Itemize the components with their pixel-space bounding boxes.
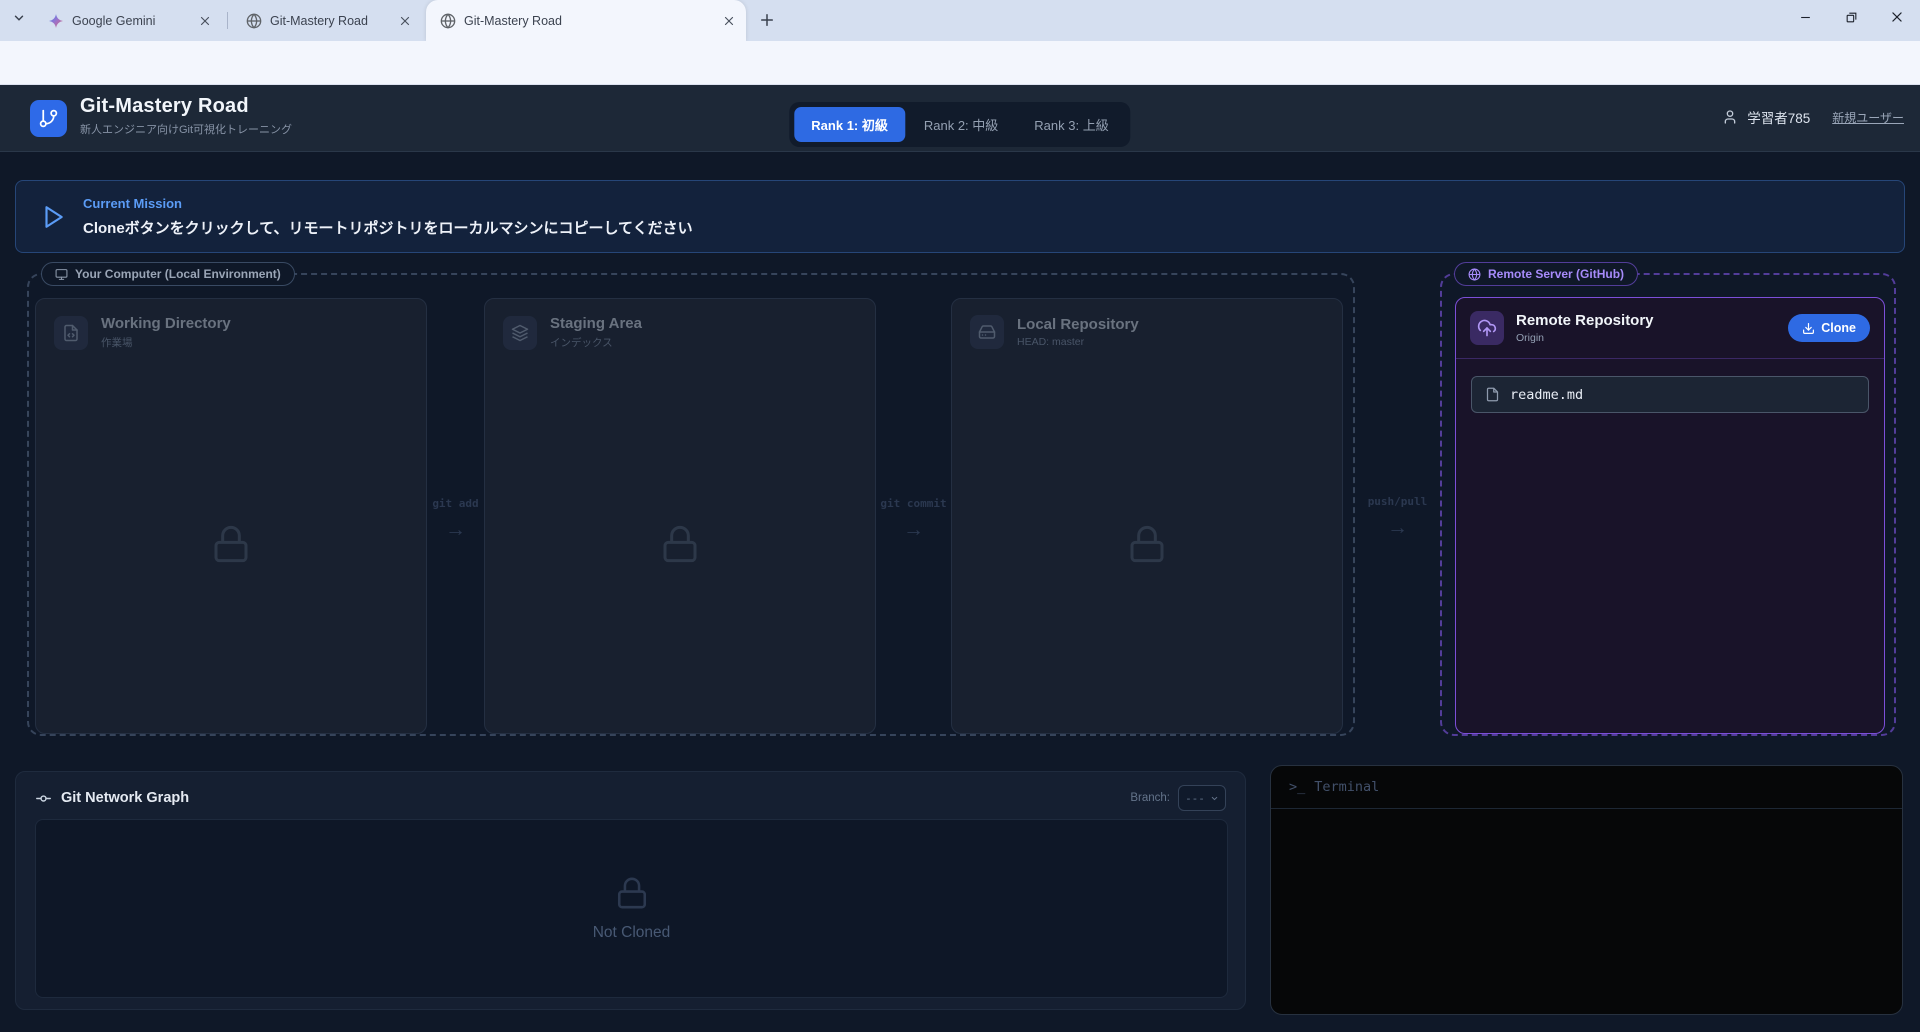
git-network-graph-panel: Git Network Graph Branch: --- Not Cloned [15,771,1246,1010]
right-arrow-icon: → [903,519,924,540]
current-mission-banner: Current Mission Cloneボタンをクリックして、リモートリポジト… [15,180,1905,253]
graph-title: Git Network Graph [61,790,189,806]
remote-repository-title: Remote Repository [1516,312,1654,329]
remote-repository-panel: Remote Repository Origin Clone readme.md [1455,297,1885,734]
local-environment-label: Your Computer (Local Environment) [41,262,295,286]
tab-rank-1[interactable]: Rank 1: 初級 [794,107,905,142]
close-icon[interactable] [198,14,212,28]
tab-title: Google Gemini [72,14,190,28]
terminal-title: Terminal [1314,779,1379,795]
app-header: Git-Mastery Road 新人エンジニア向けGit可視化トレーニング R… [0,85,1920,152]
git-commit-icon [35,790,52,807]
window-restore-button[interactable] [1828,0,1874,34]
globe-icon [1468,268,1481,281]
tab-title: Git-Mastery Road [270,14,390,28]
mission-label: Current Mission [83,196,693,211]
terminal-panel[interactable]: >_ Terminal [1270,765,1903,1015]
hard-drive-icon [970,315,1004,349]
lock-icon [660,524,700,564]
window-close-button[interactable] [1874,0,1920,34]
new-tab-button[interactable] [758,11,776,29]
rank-tabs: Rank 1: 初級 Rank 2: 中級 Rank 3: 上級 [789,102,1130,147]
tab-rank-2[interactable]: Rank 2: 中級 [907,107,1015,142]
globe-favicon [440,13,456,29]
git-branch-logo-icon [30,100,67,137]
play-icon [40,204,66,230]
branch-select[interactable]: --- [1178,785,1226,811]
git-add-arrow: git add → [427,497,484,540]
push-pull-arrow: push/pull → [1355,495,1440,538]
local-environment-container: Your Computer (Local Environment) Workin… [27,273,1355,736]
tab-search-icon[interactable] [12,11,26,25]
browser-tab-gemini[interactable]: Google Gemini [34,0,222,41]
remote-server-label: Remote Server (GitHub) [1454,262,1638,286]
staging-area-panel: Staging Area インデックス [484,298,876,734]
panel-title: Staging Area [550,315,642,332]
file-name: readme.md [1510,387,1583,403]
graph-canvas: Not Cloned [35,819,1228,998]
new-user-link[interactable]: 新規ユーザー [1832,109,1904,126]
clone-button[interactable]: Clone [1788,314,1870,342]
local-repository-panel: Local Repository HEAD: master [951,298,1343,734]
right-arrow-icon: → [445,519,466,540]
browser-tab-strip: Google Gemini Git-Mastery Road Git-Maste… [0,0,1920,41]
window-minimize-button[interactable] [1782,0,1828,34]
working-directory-panel: Working Directory 作業場 [35,298,427,734]
right-arrow-icon: → [1387,517,1408,538]
browser-tab-git-mastery-active[interactable]: Git-Mastery Road [426,0,746,41]
branch-label: Branch: [1130,792,1170,804]
remote-repository-subtitle: Origin [1516,332,1654,344]
layers-icon [503,316,537,350]
tab-divider [227,12,228,29]
lock-icon [1127,524,1167,564]
panel-title: Working Directory [101,315,231,332]
tab-rank-3[interactable]: Rank 3: 上級 [1017,107,1125,142]
file-icon [1485,387,1500,402]
gemini-icon [48,13,64,29]
browser-tab-git-mastery-1[interactable]: Git-Mastery Road [232,0,422,41]
panel-subtitle: 作業場 [101,335,231,350]
user-icon [1722,109,1738,125]
mission-text: Cloneボタンをクリックして、リモートリポジトリをローカルマシンにコピーしてく… [83,217,693,238]
app-title: Git-Mastery Road [80,95,292,118]
close-icon[interactable] [398,14,412,28]
lock-icon [615,876,649,910]
close-icon[interactable] [722,14,736,28]
app-subtitle: 新人エンジニア向けGit可視化トレーニング [80,121,292,137]
git-commit-arrow: git commit → [876,497,951,540]
git-mastery-app: Git-Mastery Road 新人エンジニア向けGit可視化トレーニング R… [0,85,1920,1032]
panel-subtitle: HEAD: master [1017,336,1139,348]
lock-icon [211,524,251,564]
chevron-down-icon [1210,794,1219,803]
remote-file-row[interactable]: readme.md [1471,376,1869,413]
file-code-icon [54,316,88,350]
cloud-upload-icon [1470,311,1504,345]
monitor-icon [55,268,68,281]
terminal-prompt-icon: >_ [1289,779,1305,795]
globe-favicon [246,13,262,29]
graph-empty-state: Not Cloned [593,924,671,942]
browser-toolbar: 01 仕事用 [0,41,1920,85]
remote-server-container: Remote Server (GitHub) Remote Repository… [1440,273,1896,736]
tab-title: Git-Mastery Road [464,14,714,28]
terminal-header: >_ Terminal [1271,766,1902,809]
username-label: 学習者785 [1747,107,1810,127]
panel-subtitle: インデックス [550,335,642,350]
download-icon [1802,322,1815,335]
panel-title: Local Repository [1017,316,1139,333]
